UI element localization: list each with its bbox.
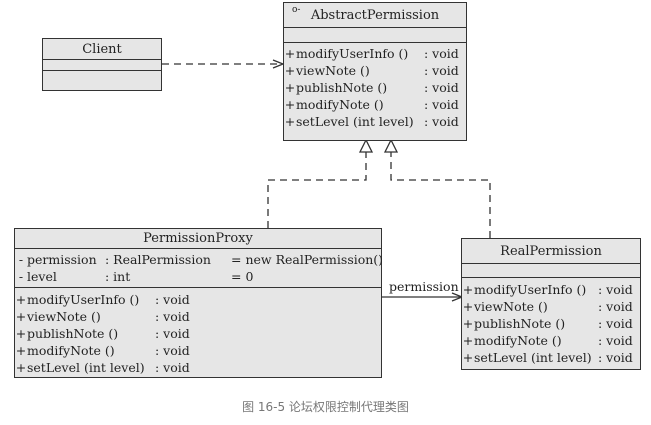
method-row-vis: + <box>462 316 474 331</box>
class-title: RealPermission <box>462 239 640 264</box>
method-row-name: modifyNote () <box>296 97 384 112</box>
client-class: Client <box>42 38 162 91</box>
method-row-type: : void <box>155 326 190 341</box>
method-row-vis: + <box>462 282 474 297</box>
method-row-name: viewNote () <box>474 299 548 314</box>
method-row-vis: + <box>284 97 296 112</box>
class-title: PermissionProxy <box>15 229 381 249</box>
attribute-section <box>462 264 640 278</box>
method-row-name: publishNote () <box>296 80 388 95</box>
method-row-name: publishNote () <box>27 326 119 341</box>
attribute-row-type: : int <box>105 269 131 284</box>
attribute-section: - permission : RealPermission = new RealPer… <box>15 249 384 288</box>
method-row-type: : void <box>598 282 633 297</box>
method-row: + modifyUserInfo () : void <box>284 45 466 62</box>
method-row-vis: + <box>462 350 474 365</box>
method-row-name: setLevel (int level) <box>27 360 145 375</box>
attribute-section <box>284 28 466 43</box>
class-title-wrapper: o- AbstractPermission <box>284 3 466 28</box>
method-row-vis: + <box>284 63 296 78</box>
method-row-name: modifyUserInfo () <box>296 46 409 61</box>
method-row-type: : void <box>424 97 459 112</box>
attribute-row: - level : int = 0 <box>15 268 381 285</box>
method-row-name: viewNote () <box>296 63 370 78</box>
method-row: + publishNote () : void <box>462 315 640 332</box>
method-row: + publishNote () : void <box>15 325 381 342</box>
method-row-vis: + <box>15 343 27 358</box>
method-section: + modifyUserInfo (): void + viewNote (): vo… <box>15 288 381 376</box>
method-row-name: modifyUserInfo () <box>474 282 587 297</box>
method-row: + viewNote () : void <box>15 308 381 325</box>
method-row-name: setLevel (int level) <box>474 350 592 365</box>
method-row-type: : void <box>424 63 459 78</box>
association-label: permission <box>389 279 459 294</box>
permission-proxy-class: PermissionProxy - permission : RealPermiss… <box>14 228 384 378</box>
attribute-row: - permission : RealPermission = new RealPer… <box>15 251 384 268</box>
real-permission-class: RealPermission + modifyUserInfo (): void +… <box>461 238 641 370</box>
method-section <box>43 71 161 89</box>
method-row-type: : void <box>598 333 633 348</box>
attribute-row-vis: - <box>18 269 24 284</box>
method-row-vis: + <box>462 333 474 348</box>
attribute-row-init: = 0 <box>231 269 254 284</box>
class-title: AbstractPermission <box>310 7 440 23</box>
method-row-vis: + <box>15 360 27 375</box>
attribute-row-name: level <box>27 269 57 284</box>
attribute-section <box>43 60 161 71</box>
method-row: + viewNote () : void <box>284 62 466 79</box>
method-row-name: viewNote () <box>27 309 101 324</box>
method-row-vis: + <box>15 309 27 324</box>
method-section: + modifyUserInfo (): void + viewNote (): vo… <box>284 43 466 130</box>
method-section: + modifyUserInfo (): void + viewNote (): vo… <box>462 278 640 366</box>
method-row-vis: + <box>284 46 296 61</box>
real-realization-line <box>390 152 491 238</box>
figure-caption: 图 16-5 论坛权限控制代理类图 <box>242 400 409 414</box>
method-row-name: publishNote () <box>474 316 566 331</box>
method-row-type: : void <box>598 350 633 365</box>
real-realization-arrowhead <box>383 138 399 153</box>
method-row-type: : void <box>155 292 190 307</box>
method-row-type: : void <box>424 114 459 129</box>
method-row-name: modifyNote () <box>474 333 562 348</box>
method-row-type: : void <box>598 316 633 331</box>
method-row: + setLevel (int level) : void <box>284 113 466 130</box>
method-row-name: modifyNote () <box>27 343 115 358</box>
attribute-row-type: : RealPermission <box>105 252 211 267</box>
method-row: + modifyNote () : void <box>284 96 466 113</box>
method-row-type: : void <box>155 343 190 358</box>
attribute-row-vis: - <box>18 252 24 267</box>
interface-marker-icon: o- <box>292 5 301 15</box>
method-row-vis: + <box>284 80 296 95</box>
proxy-realization-line <box>267 152 367 228</box>
method-row: + setLevel (int level) : void <box>15 359 381 376</box>
method-row-vis: + <box>15 292 27 307</box>
attribute-row-name: permission <box>27 252 97 267</box>
method-row-name: modifyUserInfo () <box>27 292 140 307</box>
method-row: + viewNote () : void <box>462 298 640 315</box>
method-row-type: : void <box>598 299 633 314</box>
method-row-type: : void <box>424 80 459 95</box>
method-row-name: setLevel (int level) <box>296 114 414 129</box>
method-row-vis: + <box>284 114 296 129</box>
method-row-type: : void <box>424 46 459 61</box>
method-row: + modifyUserInfo () : void <box>462 281 640 298</box>
method-row-vis: + <box>462 299 474 314</box>
method-row-type: : void <box>155 360 190 375</box>
method-row: + publishNote () : void <box>284 79 466 96</box>
abstract-permission-class: o- AbstractPermission + modifyUserInfo ()… <box>283 2 467 141</box>
proxy-realization-arrowhead <box>358 138 374 153</box>
method-row: + modifyNote () : void <box>462 332 640 349</box>
method-row: + modifyNote () : void <box>15 342 381 359</box>
method-row-type: : void <box>155 309 190 324</box>
class-title: Client <box>43 39 161 60</box>
method-row-vis: + <box>15 326 27 341</box>
method-row: + setLevel (int level) : void <box>462 349 640 366</box>
method-row: + modifyUserInfo () : void <box>15 291 381 308</box>
attribute-row-init: = new RealPermission() <box>231 252 384 267</box>
